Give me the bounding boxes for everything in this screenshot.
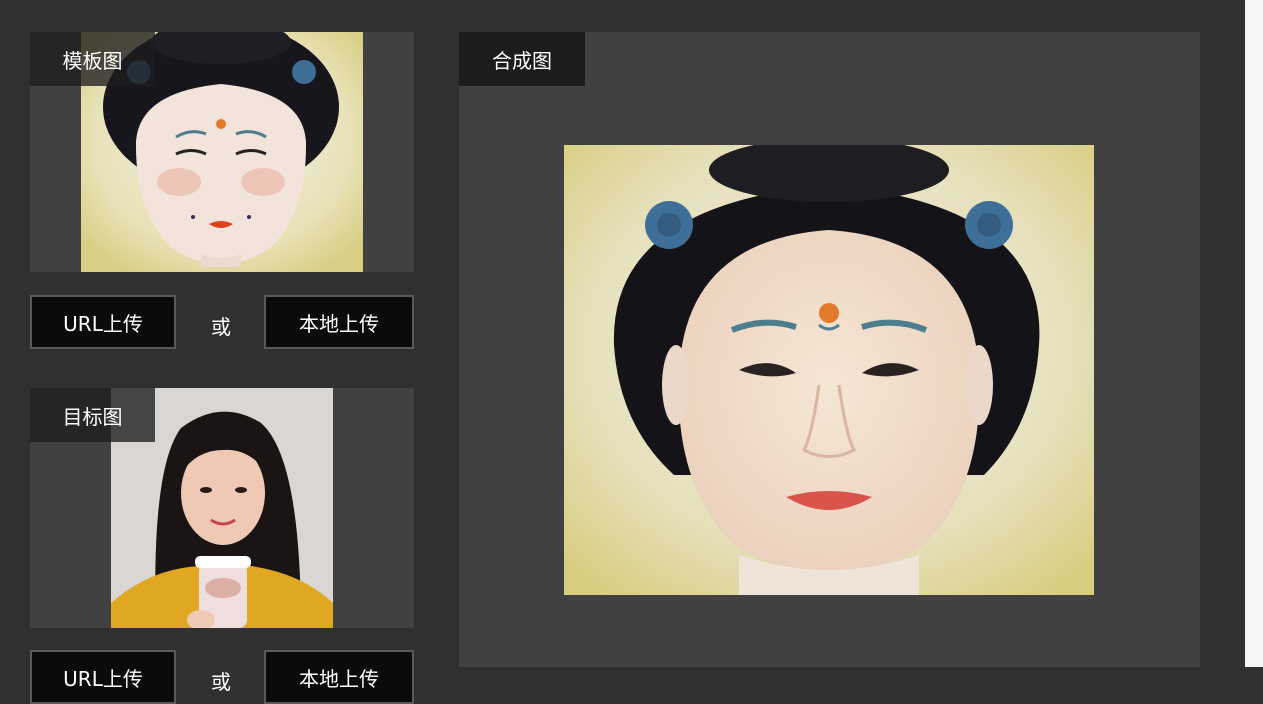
target-url-upload-button[interactable]: URL上传	[30, 650, 176, 704]
target-image-label: 目标图	[30, 388, 155, 442]
template-image-panel: 模板图	[30, 32, 414, 272]
target-local-upload-button[interactable]: 本地上传	[264, 650, 414, 704]
scrollbar-track[interactable]	[1245, 0, 1263, 667]
target-image-panel: 目标图	[30, 388, 414, 628]
template-or-label: 或	[211, 315, 231, 339]
template-local-upload-button[interactable]: 本地上传	[264, 295, 414, 349]
result-image-label: 合成图	[459, 32, 585, 86]
template-image-label: 模板图	[30, 32, 155, 86]
result-image-panel: 合成图	[459, 32, 1200, 667]
template-url-upload-button[interactable]: URL上传	[30, 295, 176, 349]
result-image	[564, 145, 1094, 595]
target-or-label: 或	[211, 670, 231, 694]
